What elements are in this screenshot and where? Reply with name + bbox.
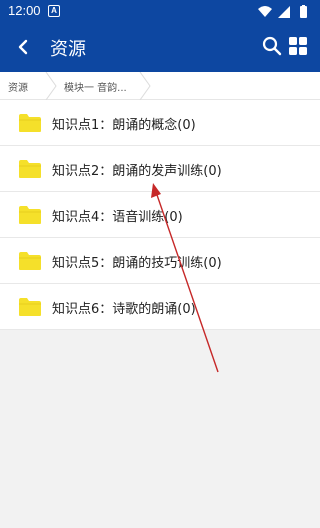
folder-icon	[19, 160, 41, 178]
notification-app-icon: A	[48, 5, 60, 17]
folder-item[interactable]: 知识点1：朗诵的概念(0)	[0, 100, 320, 146]
breadcrumb-item-module[interactable]: 模块一 音韵...	[64, 79, 127, 94]
breadcrumb-separator-icon	[45, 72, 57, 100]
status-bar: 12:00 A	[0, 0, 320, 22]
folder-label: 知识点2：朗诵的发声训练(0)	[52, 164, 222, 179]
folder-item[interactable]: 知识点6：诗歌的朗诵(0)	[0, 284, 320, 330]
status-time: 12:00	[8, 3, 41, 18]
grid-icon	[289, 37, 307, 55]
back-button[interactable]	[8, 32, 38, 62]
breadcrumb-item-root[interactable]: 资源	[8, 79, 28, 94]
breadcrumb: 资源 模块一 音韵...	[0, 72, 320, 100]
page-title: 资源	[50, 39, 86, 60]
folder-icon	[19, 298, 41, 316]
search-button[interactable]	[260, 34, 284, 58]
folder-label: 知识点4：语音训练(0)	[52, 210, 183, 225]
status-icons	[256, 4, 314, 18]
folder-label: 知识点5：朗诵的技巧训练(0)	[52, 256, 222, 271]
breadcrumb-separator-icon	[139, 72, 151, 100]
app-bar: 资源	[0, 22, 320, 72]
folder-icon	[19, 252, 41, 270]
signal-icon	[278, 6, 290, 18]
folder-item[interactable]: 知识点5：朗诵的技巧训练(0)	[0, 238, 320, 284]
folder-item[interactable]: 知识点4：语音训练(0)	[0, 192, 320, 238]
folder-list: 知识点1：朗诵的概念(0) 知识点2：朗诵的发声训练(0) 知识点4：语音训练(…	[0, 100, 320, 330]
grid-view-button[interactable]	[286, 34, 310, 58]
chevron-left-icon	[18, 39, 28, 55]
folder-item[interactable]: 知识点2：朗诵的发声训练(0)	[0, 146, 320, 192]
folder-label: 知识点1：朗诵的概念(0)	[52, 118, 196, 133]
battery-icon	[300, 5, 307, 18]
folder-icon	[19, 114, 41, 132]
search-icon	[262, 36, 282, 56]
folder-label: 知识点6：诗歌的朗诵(0)	[52, 302, 196, 317]
wifi-icon	[258, 6, 272, 17]
folder-icon	[19, 206, 41, 224]
